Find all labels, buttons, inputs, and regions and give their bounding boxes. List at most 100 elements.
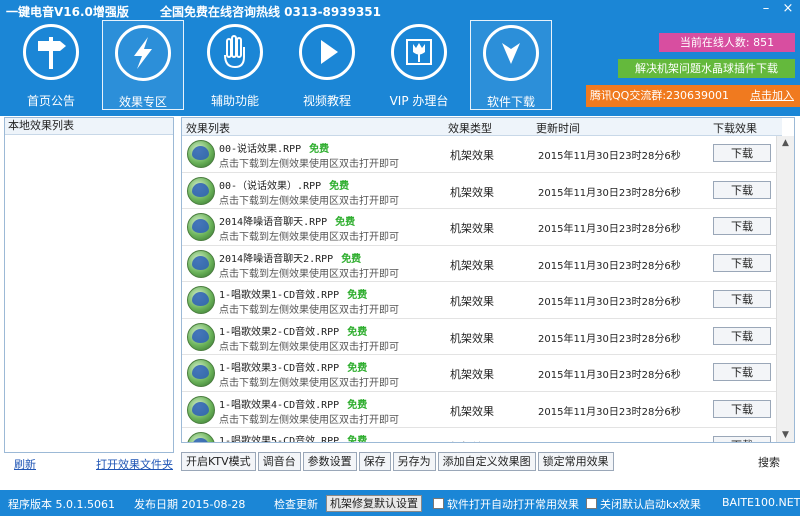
effect-file-icon <box>187 395 215 424</box>
free-badge: 免费 <box>347 436 368 443</box>
table-header: 效果列表 效果类型 更新时间 下载效果 <box>182 118 782 136</box>
toolbar-button[interactable]: 参数设置 <box>302 452 357 471</box>
nav-item-vip[interactable]: VIP 办理台 <box>378 20 460 110</box>
auto-open-option[interactable]: 软件打开自动打开常用效果 <box>433 496 579 512</box>
toolbar-button[interactable]: 调音台 <box>257 452 301 471</box>
auto-open-checkbox[interactable] <box>433 498 444 509</box>
hotline-text: 全国免费在线咨询热线 0313-8939351 <box>160 5 382 19</box>
download-button[interactable]: 下载 <box>713 363 771 381</box>
scroll-down-icon[interactable]: ▼ <box>777 428 794 442</box>
toolbar-button[interactable]: 锁定常用效果 <box>537 452 614 471</box>
repair-defaults-button[interactable]: 机架修复默认设置 <box>326 495 422 512</box>
download-button[interactable]: 下载 <box>713 290 771 308</box>
effect-description: 点击下载到左侧效果使用区双击打开即可 <box>219 195 399 207</box>
effect-name: 1-唱歌效果2-CD音效.RPP 免费 <box>219 326 368 338</box>
toolbar-button[interactable]: 开启KTV模式 <box>181 452 256 471</box>
effect-name: 00-说话效果.RPP 免费 <box>219 144 330 155</box>
close-kx-option[interactable]: 关闭默认启动kx效果 <box>586 496 701 512</box>
effect-name: 1-唱歌效果5-CD音效.RPP 免费 <box>219 432 368 443</box>
nav-item-tools[interactable]: 辅助功能 <box>194 20 276 110</box>
online-count: 当前在线人数: 851 <box>659 33 795 52</box>
effect-description: 点击下载到左侧效果使用区双击打开即可 <box>219 268 399 280</box>
open-folder-link[interactable]: 打开效果文件夹 <box>96 456 173 472</box>
window-controls: – × <box>758 2 796 16</box>
close-kx-checkbox[interactable] <box>586 498 597 509</box>
version-text: 程序版本 5.0.1.5061 <box>8 498 115 511</box>
tulip-icon <box>391 24 447 80</box>
minimize-button[interactable]: – <box>758 2 774 16</box>
effect-description: 点击下载到左侧效果使用区双击打开即可 <box>219 232 399 243</box>
nav-label: 视频教程 <box>302 94 351 108</box>
nav-label: 辅助功能 <box>210 94 259 108</box>
effect-description: 点击下载到左侧效果使用区双击打开即可 <box>219 341 399 353</box>
toolbar-button[interactable]: 添加自定义效果图 <box>437 452 536 471</box>
table-row[interactable]: 1-唱歌效果5-CD音效.RPP免费点击下载到左侧效果使用区双击打开即可机架效果… <box>182 428 776 443</box>
nav-item-effects[interactable]: 效果专区 <box>102 20 184 110</box>
main-nav: 首页公告 效果专区 辅助功能 视频教程 VIP 办理台 软件下载 <box>10 20 562 110</box>
nav-item-home[interactable]: 首页公告 <box>10 20 92 110</box>
qq-group-bar: 腾讯QQ交流群:230639001 点击加入 <box>586 85 800 107</box>
effect-description: 点击下载到左侧效果使用区双击打开即可 <box>219 378 399 389</box>
nav-item-videos[interactable]: 视频教程 <box>286 20 368 110</box>
download-button[interactable]: 下载 <box>713 436 771 442</box>
effect-type: 机架效果 <box>450 439 494 442</box>
free-badge: 免费 <box>335 217 356 228</box>
table-row[interactable]: 1-唱歌效果4-CD音效.RPP 免费 点击下载到左侧效果使用区双击打开即可 机架效果… <box>182 392 776 428</box>
effect-update-time: 2015年11月30日23时28分6秒 <box>538 260 681 272</box>
app-title: 一键电音V16.0增强版 <box>6 5 129 19</box>
search-button[interactable]: 搜索 <box>745 454 793 472</box>
effect-type: 机架效果 <box>450 185 494 199</box>
table-row[interactable]: 1-唱歌效果2-CD音效.RPP 免费 点击下载到左侧效果使用区双击打开即可 机架效果… <box>182 319 776 355</box>
effect-name: 1-唱歌效果3-CD音效.RPP 免费 <box>219 363 368 374</box>
effect-type: 机架效果 <box>450 368 494 381</box>
effect-name: 1-唱歌效果4-CD音效.RPP 免费 <box>219 399 368 411</box>
download-button[interactable]: 下载 <box>713 180 771 199</box>
effect-update-time: 2015年11月30日23时28分6秒 <box>538 370 681 381</box>
effect-file-icon <box>187 176 215 205</box>
download-button[interactable]: 下载 <box>713 253 771 272</box>
effects-table: 效果列表 效果类型 更新时间 下载效果 00-说话效果.RPP 免费点击下载到左侧… <box>181 117 795 443</box>
scroll-up-icon[interactable]: ▲ <box>777 136 794 150</box>
effect-file-icon <box>187 249 215 278</box>
signpost-icon <box>23 24 79 80</box>
table-row[interactable]: 00-说话效果.RPP 免费 点击下载到左侧效果使用区双击打开即可 机架效果 2015年… <box>182 136 776 173</box>
table-row[interactable]: 1-唱歌效果1-CD音效.RPP 免费 点击下载到左侧效果使用区双击打开即可 机架效果… <box>182 282 776 319</box>
header-type: 效果类型 <box>448 122 492 135</box>
effect-description: 点击下载到左侧效果使用区双击打开即可 <box>219 159 399 170</box>
close-button[interactable]: × <box>780 2 796 16</box>
play-icon <box>299 24 355 80</box>
effect-name: 2014降噪语音聊天.RPP 免费 <box>219 217 356 228</box>
download-arrow-icon <box>483 25 539 81</box>
download-button[interactable]: 下载 <box>713 399 771 418</box>
effect-file-icon <box>187 213 215 241</box>
table-row[interactable]: 00-（说话效果）.RPP 免费 点击下载到左侧效果使用区双击打开即可 机架效果 201… <box>182 173 776 209</box>
toolbar-button[interactable]: 保存 <box>358 452 391 471</box>
hand-icon <box>207 24 263 80</box>
nav-label: 首页公告 <box>26 94 75 108</box>
header-download: 下载效果 <box>713 122 757 135</box>
download-button[interactable]: 下载 <box>713 144 771 162</box>
download-button[interactable]: 下载 <box>713 217 771 235</box>
vertical-scrollbar[interactable]: ▲ ▼ <box>776 136 794 442</box>
status-bar: 程序版本 5.0.1.5061 发布日期 2015-08-28 检查更新 机架修… <box>0 490 800 516</box>
nav-label: VIP 办理台 <box>389 94 449 108</box>
refresh-link[interactable]: 刷新 <box>14 456 36 472</box>
check-update-link[interactable]: 检查更新 <box>274 496 318 512</box>
table-row[interactable]: 1-唱歌效果3-CD音效.RPP 免费点击下载到左侧效果使用区双击打开即可 机架效果… <box>182 355 776 392</box>
table-row[interactable]: 2014降噪语音聊天.RPP 免费 点击下载到左侧效果使用区双击打开即可 机架效果 20… <box>182 209 776 246</box>
download-button[interactable]: 下载 <box>713 326 771 345</box>
toolbar-button[interactable]: 另存为 <box>392 452 436 471</box>
close-kx-label: 关闭默认启动kx效果 <box>600 498 701 511</box>
nav-item-download[interactable]: 软件下载 <box>470 20 552 110</box>
join-link[interactable]: 点击加入 <box>750 85 794 107</box>
effect-type: 机架效果 <box>450 258 494 272</box>
top-bar: 一键电音V16.0增强版 全国免费在线咨询热线 0313-8939351 – ×… <box>0 0 800 116</box>
effect-update-time: 2015年11月30日23时28分6秒 <box>538 439 681 442</box>
effect-name: 2014降噪语音聊天2.RPP 免费 <box>219 253 362 265</box>
header-name: 效果列表 <box>186 122 230 135</box>
effect-update-time: 2015年11月30日23时28分6秒 <box>538 187 681 199</box>
free-badge: 免费 <box>347 399 368 411</box>
table-row[interactable]: 2014降噪语音聊天2.RPP 免费点击下载到左侧效果使用区双击打开即可 机架效果 2… <box>182 246 776 282</box>
plugin-download-link[interactable]: 解决机架问题水晶球插件下载 <box>618 59 795 78</box>
site-watermark: BAITE100.NET <box>722 496 800 509</box>
